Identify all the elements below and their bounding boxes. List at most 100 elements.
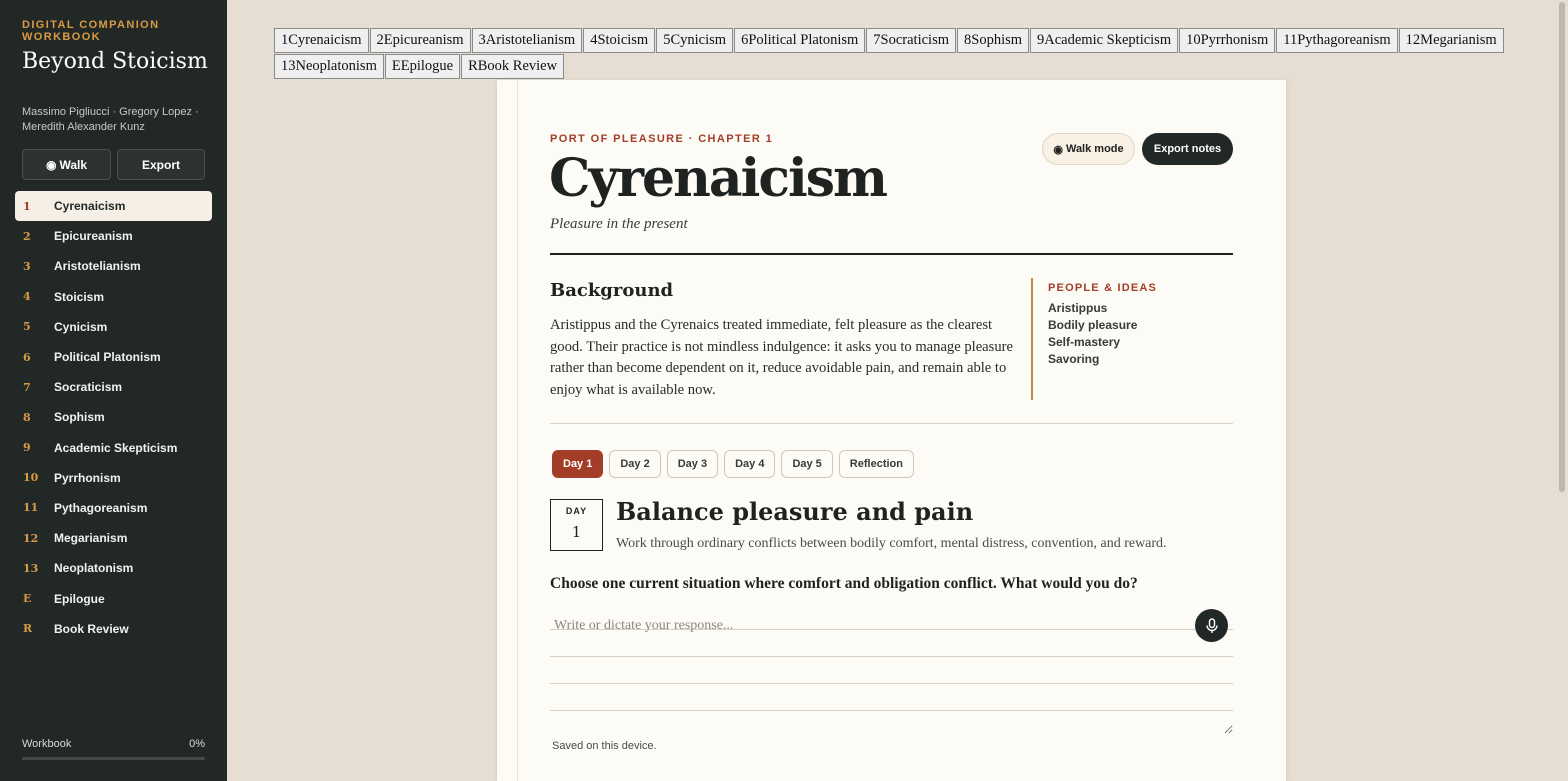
response-textarea[interactable]: [550, 612, 1233, 734]
chapter-tab[interactable]: 13Neoplatonism: [274, 54, 384, 79]
sidebar-item-number: 7: [23, 380, 31, 394]
sidebar-item-cyrenaicism[interactable]: 1 Cyrenaicism: [15, 191, 212, 222]
workbook-progress: Workbook 0%: [22, 738, 205, 750]
sidebar: Digital Companion Workbook Beyond Stoici…: [0, 0, 227, 781]
progress-bar: [22, 757, 205, 760]
sidebar-item-pythagoreanism[interactable]: 11 Pythagoreanism: [15, 493, 212, 523]
chapter-tab[interactable]: 4Stoicism: [583, 28, 656, 53]
exercise-prompt: Choose one current situation where comfo…: [550, 575, 1138, 592]
title-divider: [550, 253, 1233, 255]
progress-value: 0%: [189, 738, 205, 750]
chapter-tab[interactable]: 1Cyrenaicism: [274, 28, 369, 53]
sidebar-item-megarianism[interactable]: 12 Megarianism: [15, 523, 212, 553]
sidebar-item-label: Cyrenaicism: [54, 199, 126, 214]
sidebar-item-label: Pythagoreanism: [54, 500, 148, 515]
chapter-tab[interactable]: 12Megarianism: [1398, 28, 1504, 53]
sidebar-item-number: 12: [23, 531, 39, 545]
background-heading: Background: [550, 280, 674, 301]
sidebar-item-label: Book Review: [54, 621, 129, 636]
chapter-tab[interactable]: 11Pythagoreanism: [1276, 28, 1398, 53]
sidebar-item-stoicism[interactable]: 4 Stoicism: [15, 282, 212, 312]
sidebar-item-cynicism[interactable]: 5 Cynicism: [15, 312, 212, 342]
sidebar-item-label: Socraticism: [54, 380, 123, 395]
walk-button-label: Walk: [59, 157, 88, 172]
sidebar-item-number: R: [23, 622, 33, 636]
export-button[interactable]: Export: [117, 149, 205, 180]
sidebar-item-number: 3: [23, 259, 31, 273]
sidebar-item-number: 5: [23, 320, 31, 334]
sidebar-item-label: Cynicism: [54, 319, 108, 334]
day-tab-bar: Day 1 Day 2 Day 3 Day 4 Day 5 Reflection: [552, 450, 914, 478]
sidebar-item-number: 4: [23, 290, 31, 304]
export-notes-button[interactable]: Export notes: [1142, 133, 1233, 165]
sidebar-item-number: E: [23, 592, 32, 606]
sidebar-item-book-review[interactable]: R Book Review: [15, 614, 212, 644]
sidebar-item-neoplatonism[interactable]: 13 Neoplatonism: [15, 553, 212, 583]
background-text: Aristippus and the Cyrenaics treated imm…: [550, 317, 1013, 398]
sidebar-item-label: Aristotelianism: [54, 259, 141, 274]
sidebar-item-socraticism[interactable]: 7 Socraticism: [15, 372, 212, 402]
sidebar-item-number: 10: [23, 471, 39, 485]
sidebar-item-epilogue[interactable]: E Epilogue: [15, 583, 212, 613]
tab-day-3[interactable]: Day 3: [666, 450, 719, 478]
day-badge-label: DAY: [565, 506, 588, 516]
chapter-tab[interactable]: RBook Review: [461, 54, 565, 79]
walk-mode-icon: ◉: [1053, 143, 1063, 156]
page-edge: [517, 80, 518, 781]
progress-label: Workbook: [22, 738, 72, 750]
microphone-icon: [1205, 617, 1218, 633]
sidebar-item-label: Stoicism: [54, 289, 105, 304]
sidebar-item-label: Epilogue: [54, 591, 105, 606]
chapter-tab[interactable]: 7Socraticism: [866, 28, 956, 53]
idea-item: Aristippus: [1048, 301, 1108, 315]
sidebar-item-political-platonism[interactable]: 6 Political Platonism: [15, 342, 212, 372]
chapter-eyebrow: PORT OF PLEASURE · CHAPTER 1: [550, 133, 774, 145]
sidebar-item-academic-skepticism[interactable]: 9 Academic Skepticism: [15, 433, 212, 463]
sidebar-item-label: Academic Skepticism: [54, 440, 178, 455]
section-divider: [550, 423, 1233, 424]
sidebar-item-sophism[interactable]: 8 Sophism: [15, 402, 212, 432]
idea-item: Self-mastery: [1048, 335, 1121, 349]
idea-item: Savoring: [1048, 352, 1100, 366]
book-title: Beyond Stoicism: [22, 49, 208, 74]
sidebar-item-label: Epicureanism: [54, 229, 133, 244]
chapter-tab[interactable]: 10Pyrrhonism: [1179, 28, 1276, 53]
chapter-tab[interactable]: EEpilogue: [384, 54, 461, 79]
chapter-tab[interactable]: 5Cynicism: [656, 28, 734, 53]
chapter-nav: 1 Cyrenaicism 2 Epicureanism 3 Aristotelianis…: [15, 191, 212, 644]
book-authors: Massimo Pigliucci · Gregory Lopez · Mere…: [22, 106, 199, 133]
save-status: Saved on this device.: [552, 740, 657, 752]
sidebar-item-label: Megarianism: [54, 531, 128, 546]
page-scrollbar[interactable]: [1555, 0, 1568, 781]
chapter-tab-bar: 1Cyrenaicism 2Epicureanism 3Aristotelianis…: [274, 28, 1514, 80]
tab-day-5[interactable]: Day 5: [781, 450, 833, 478]
sidebar-item-number: 9: [23, 441, 31, 455]
workbook-page: PORT OF PLEASURE · CHAPTER 1 Cyrenaicism…: [497, 80, 1286, 781]
page-subtitle: Pleasure in the present: [550, 216, 688, 232]
chapter-tab[interactable]: 9Academic Skepticism: [1030, 28, 1179, 53]
scrollbar-thumb[interactable]: [1559, 2, 1565, 492]
tab-reflection[interactable]: Reflection: [838, 450, 914, 478]
sidebar-item-aristotelianism[interactable]: 3 Aristotelianism: [15, 251, 212, 281]
chapter-tab[interactable]: 8Sophism: [957, 28, 1030, 53]
people-ideas-heading: PEOPLE & IDEAS: [1048, 282, 1158, 294]
walk-mode-label: Walk mode: [1065, 143, 1124, 155]
sidebar-item-number: 8: [23, 410, 31, 424]
sidebar-item-pyrrhonism[interactable]: 10 Pyrrhonism: [15, 463, 212, 493]
sidebar-item-label: Sophism: [54, 410, 105, 425]
walk-mode-button[interactable]: ◉ Walk mode: [1042, 133, 1135, 165]
walk-button[interactable]: ◉ Walk: [22, 149, 111, 180]
day-title: Balance pleasure and pain: [616, 497, 974, 526]
people-ideas-panel: PEOPLE & IDEAS Aristippus Bodily pleasure…: [1031, 278, 1221, 400]
sidebar-item-number: 2: [23, 229, 31, 243]
tab-day-1[interactable]: Day 1: [552, 450, 604, 478]
dictate-button[interactable]: [1195, 609, 1228, 642]
tab-day-2[interactable]: Day 2: [609, 450, 661, 478]
tab-day-4[interactable]: Day 4: [724, 450, 776, 478]
page-title: Cyrenaicism: [549, 148, 888, 209]
sidebar-item-epicureanism[interactable]: 2 Epicureanism: [15, 221, 212, 251]
chapter-tab[interactable]: 2Epicureanism: [369, 28, 471, 53]
chapter-tab[interactable]: 6Political Platonism: [734, 28, 866, 53]
day-badge: DAY 1: [550, 499, 603, 551]
chapter-tab[interactable]: 3Aristotelianism: [471, 28, 583, 53]
